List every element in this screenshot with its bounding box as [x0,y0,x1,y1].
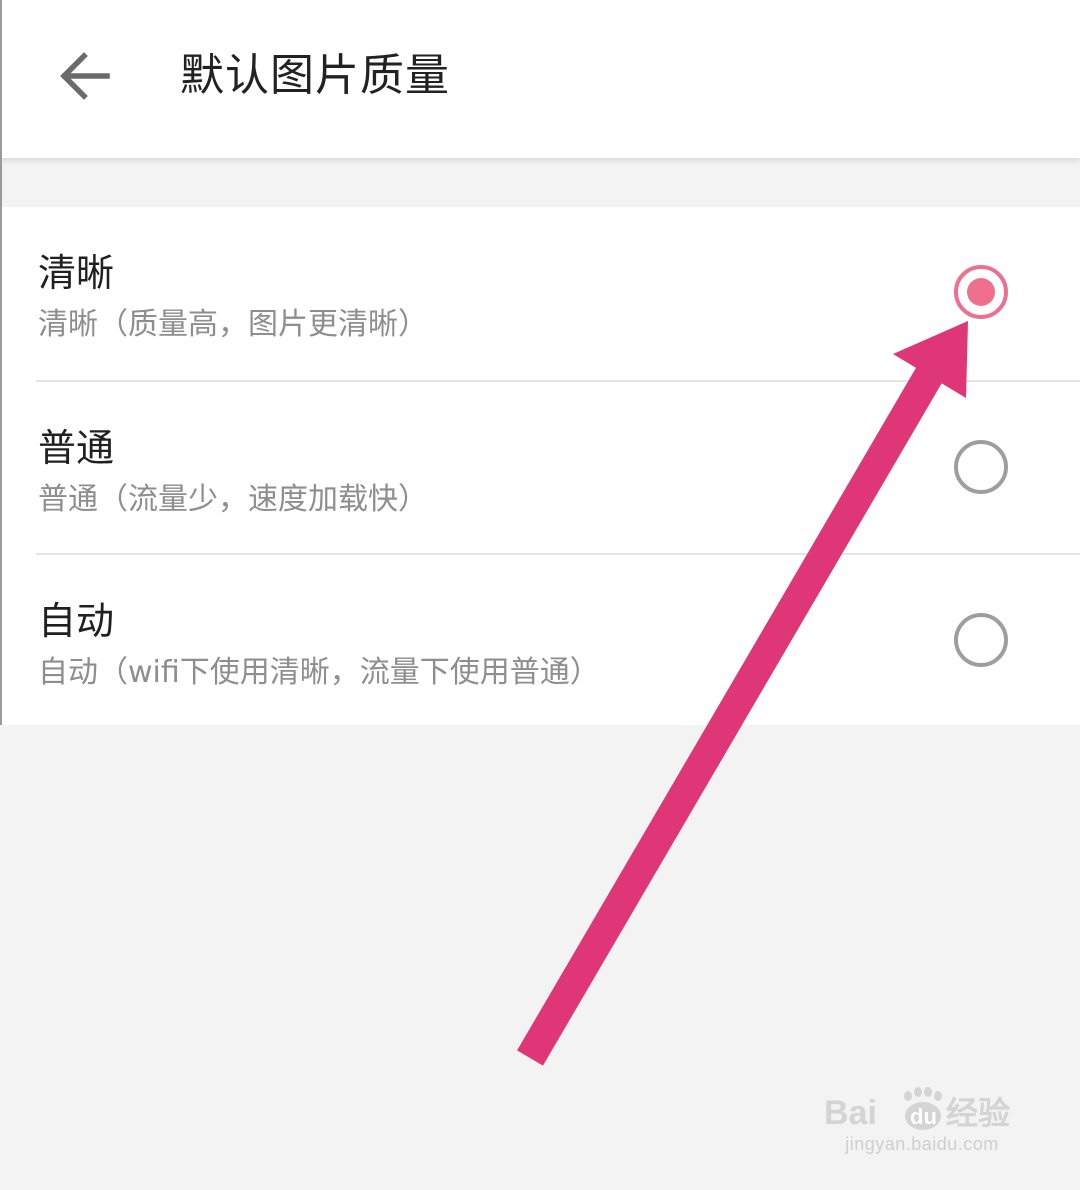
baidu-paw-logo: Bai du 经验 [824,1087,1010,1132]
app-screen: 默认图片质量 清晰 清晰（质量高，图片更清晰） 普通 普通（流量少，速度加载快）… [0,0,1080,1190]
option-description: 清晰（质量高，图片更清晰） [38,307,428,342]
svg-text:经验: 经验 [946,1094,1010,1132]
watermark-url: jingyan.baidu.com [845,1134,999,1154]
page-title: 默认图片质量 [180,50,450,101]
option-auto[interactable]: 自动 自动（wifi下使用清晰，流量下使用普通） [0,555,1080,727]
toolbar: 默认图片质量 [0,0,1080,158]
arrow-left-icon [60,52,110,100]
baidu-jingyan-watermark: Bai du 经验 jingyan.baidu.com [822,1064,1022,1164]
svg-text:du: du [910,1104,937,1129]
option-normal[interactable]: 普通 普通（流量少，速度加载快） [0,382,1080,554]
svg-text:Bai: Bai [824,1094,877,1132]
option-title: 自动 [38,599,115,643]
option-description: 自动（wifi下使用清晰，流量下使用普通） [38,655,600,690]
radio-button-selected[interactable] [954,265,1008,319]
radio-button[interactable] [954,613,1008,667]
option-clear[interactable]: 清晰 清晰（质量高，图片更清晰） [0,207,1080,379]
radio-button[interactable] [954,440,1008,494]
window-edge [0,0,2,725]
option-title: 普通 [38,426,115,470]
back-button[interactable] [44,36,124,116]
option-title: 清晰 [38,251,115,295]
option-description: 普通（流量少，速度加载快） [38,482,428,517]
radio-dot [967,278,995,306]
quality-options-list: 清晰 清晰（质量高，图片更清晰） 普通 普通（流量少，速度加载快） 自动 自动（… [0,207,1080,725]
